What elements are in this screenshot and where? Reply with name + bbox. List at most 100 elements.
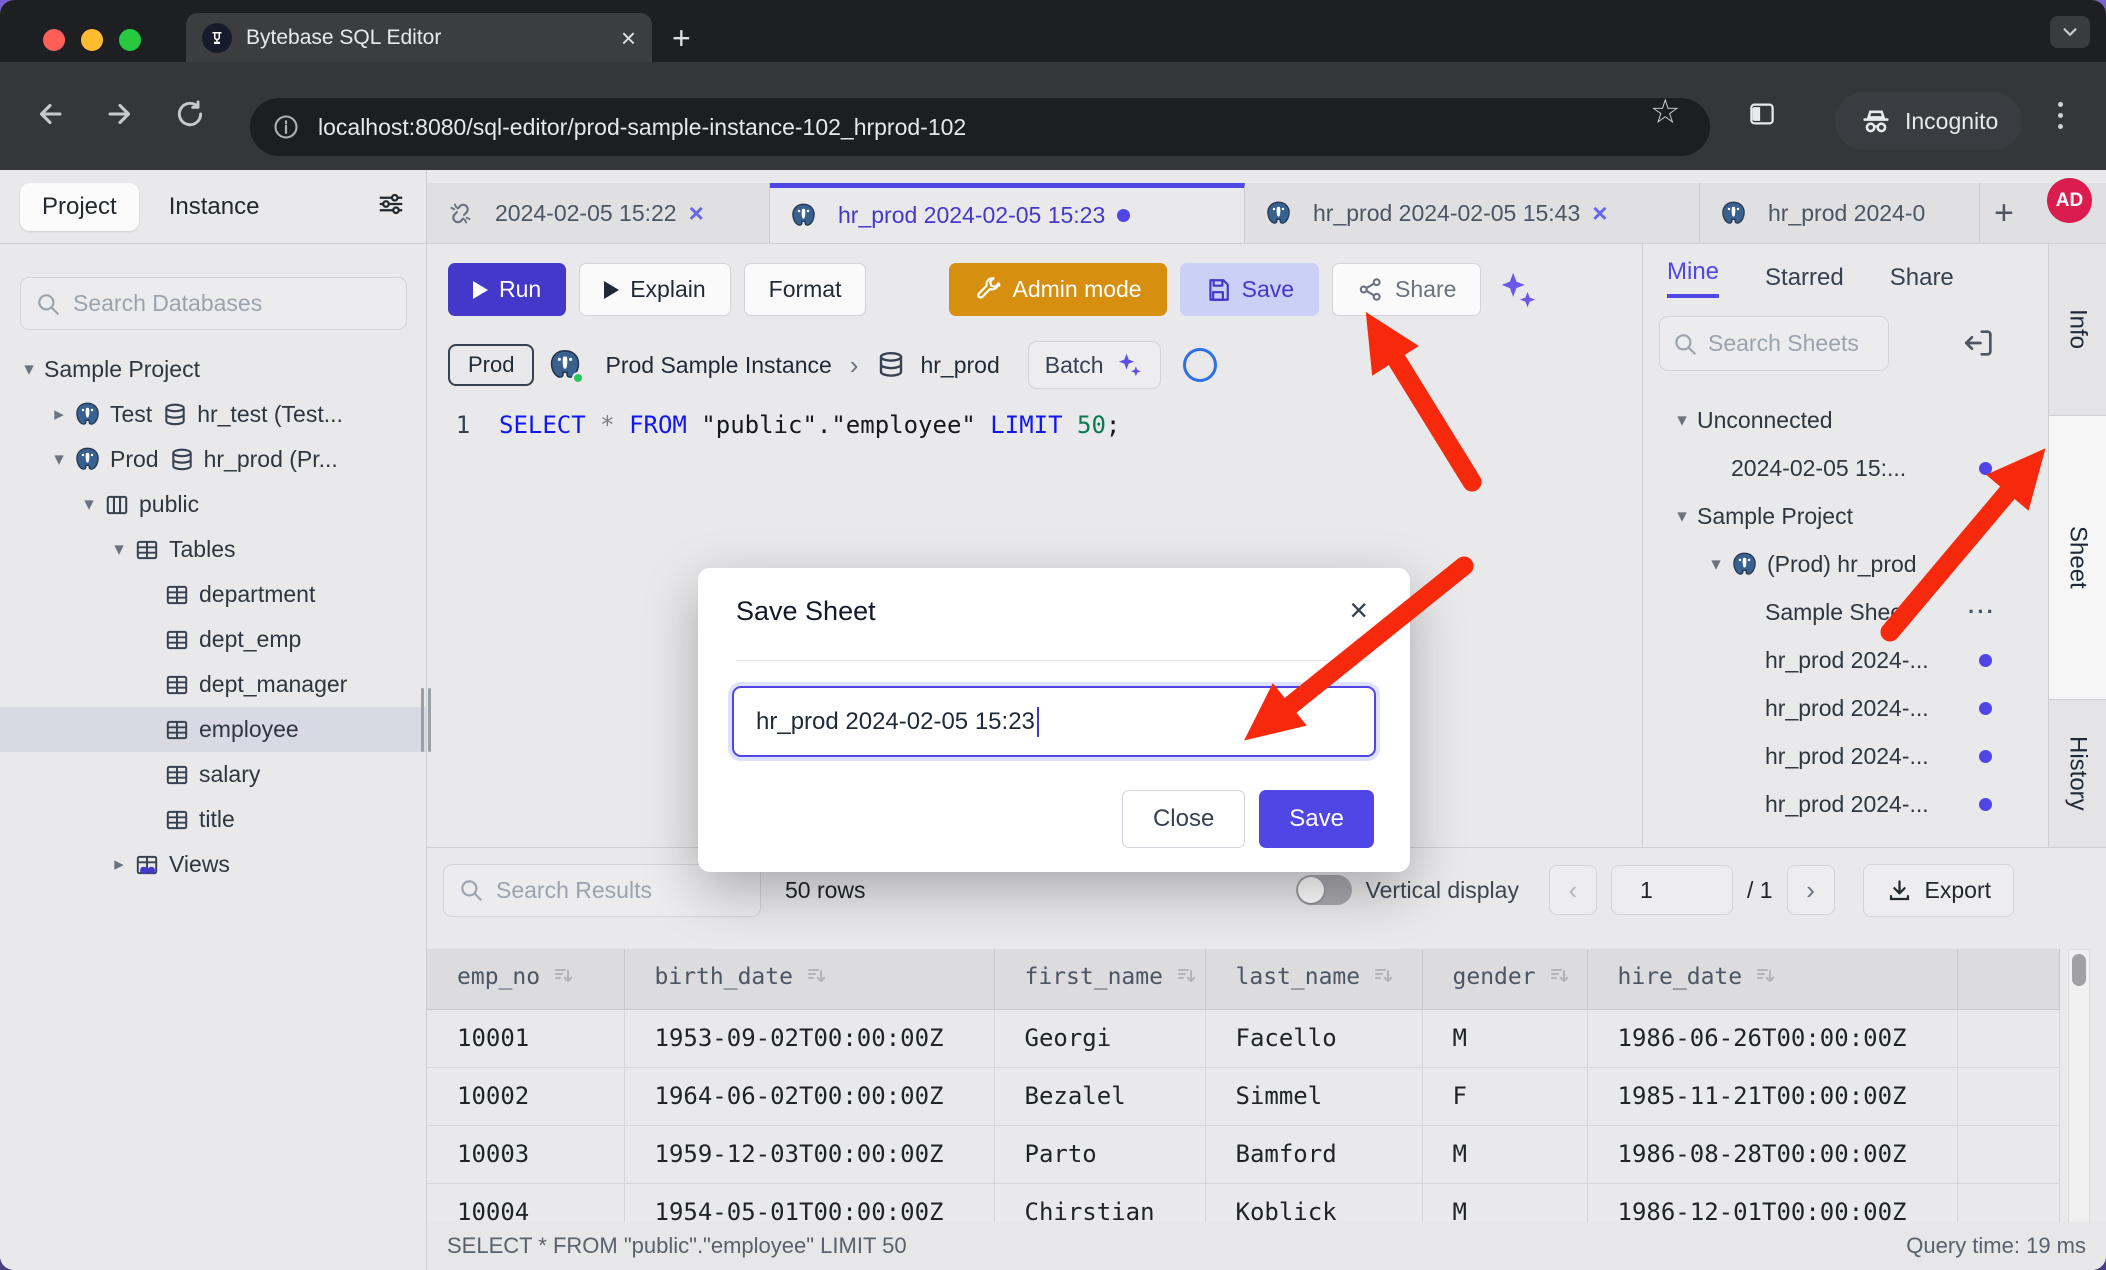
sort-icon[interactable]: [1372, 964, 1396, 994]
table-cell[interactable]: F: [1422, 1067, 1587, 1125]
page-number-input[interactable]: 1: [1611, 865, 1733, 915]
tree-item-dept-emp[interactable]: dept_emp: [0, 617, 426, 662]
next-page-button[interactable]: ›: [1787, 865, 1835, 915]
new-sheet-tab-button[interactable]: +: [1994, 194, 2014, 233]
format-button[interactable]: Format: [744, 263, 867, 316]
table-cell[interactable]: Simmel: [1205, 1067, 1422, 1125]
share-button[interactable]: Share: [1332, 263, 1481, 316]
browser-tab[interactable]: Bytebase SQL Editor ×: [186, 13, 652, 62]
editor-tab-hr-prod-2024-02-05-15-43[interactable]: hr_prod 2024-02-05 15:43×: [1245, 183, 1700, 243]
tree-item-public[interactable]: ▾public: [0, 482, 426, 527]
prev-page-button[interactable]: ‹: [1549, 865, 1597, 915]
tree-item-title[interactable]: title: [0, 797, 426, 842]
avatar[interactable]: AD: [2047, 178, 2092, 223]
sort-icon[interactable]: [1754, 964, 1778, 994]
table-cell[interactable]: 10004: [427, 1183, 624, 1222]
caret-right-icon[interactable]: ▸: [104, 853, 134, 876]
reload-icon[interactable]: [166, 90, 214, 138]
more-options-icon[interactable]: ···: [1968, 599, 1996, 625]
caret-down-icon[interactable]: ▾: [1701, 553, 1731, 576]
column-header-last-name[interactable]: last_name: [1205, 949, 1422, 1009]
search-sheets-input[interactable]: Search Sheets: [1659, 316, 1889, 371]
sheet-item-hr-prod-2024[interactable]: hr_prod 2024-...: [1643, 780, 2048, 828]
sidebar-tab-instance[interactable]: Instance: [147, 183, 282, 231]
tab-close-icon[interactable]: ×: [689, 198, 704, 229]
table-cell[interactable]: 10003: [427, 1125, 624, 1183]
sheet-item-sample-sheet[interactable]: Sample Sheet···: [1643, 588, 2048, 636]
tab-history[interactable]: History: [2049, 700, 2106, 846]
table-cell[interactable]: 1953-09-02T00:00:00Z: [624, 1009, 994, 1067]
new-tab-button[interactable]: +: [672, 20, 691, 57]
filter-sliders-icon[interactable]: [376, 189, 406, 224]
tree-item-sample-project[interactable]: ▾Sample Project: [0, 347, 426, 392]
environment-badge[interactable]: Prod: [448, 344, 534, 386]
sheet-item-2024-02-05-15[interactable]: 2024-02-05 15:...: [1643, 444, 2048, 492]
column-header-gender[interactable]: gender: [1422, 949, 1587, 1009]
tree-item-department[interactable]: department: [0, 572, 426, 617]
forward-icon[interactable]: [96, 90, 144, 138]
table-cell[interactable]: Facello: [1205, 1009, 1422, 1067]
ai-sparkles-icon[interactable]: [1494, 267, 1540, 313]
table-cell[interactable]: Bamford: [1205, 1125, 1422, 1183]
sheet-item-hr-prod-2024[interactable]: hr_prod 2024-...: [1643, 732, 2048, 780]
column-header-first-name[interactable]: first_name: [994, 949, 1205, 1009]
table-cell[interactable]: M: [1422, 1125, 1587, 1183]
tree-item-test-hr-test-test[interactable]: ▸Testhr_test (Test...: [0, 392, 426, 437]
caret-down-icon[interactable]: ▾: [104, 538, 134, 561]
table-cell[interactable]: Georgi: [994, 1009, 1205, 1067]
table-cell[interactable]: Chirstian: [994, 1183, 1205, 1222]
admin-mode-button[interactable]: Admin mode: [949, 263, 1166, 316]
editor-tab-2024-02-05-15-22[interactable]: 2024-02-05 15:22×: [427, 183, 770, 243]
caret-down-icon[interactable]: ▾: [14, 358, 44, 381]
column-header-emp-no[interactable]: emp_no: [427, 949, 624, 1009]
help-circle-icon[interactable]: [1183, 348, 1217, 382]
tab-info[interactable]: Info: [2049, 244, 2106, 415]
tree-item-tables[interactable]: ▾Tables: [0, 527, 426, 572]
table-cell[interactable]: Parto: [994, 1125, 1205, 1183]
tree-item-prod-hr-prod-pr[interactable]: ▾Prodhr_prod (Pr...: [0, 437, 426, 482]
tab-close-icon[interactable]: ×: [1592, 198, 1607, 229]
sort-icon[interactable]: [552, 964, 576, 994]
run-button[interactable]: Run: [448, 263, 566, 316]
tab-share[interactable]: Share: [1890, 264, 1954, 292]
sort-icon[interactable]: [805, 964, 829, 994]
save-button[interactable]: Save: [1180, 263, 1319, 316]
tree-item-salary[interactable]: salary: [0, 752, 426, 797]
caret-down-icon[interactable]: ▾: [1667, 409, 1697, 432]
table-cell[interactable]: 10002: [427, 1067, 624, 1125]
bookmark-star-icon[interactable]: ☆: [1650, 92, 1680, 132]
table-cell[interactable]: 1986-08-28T00:00:00Z: [1587, 1125, 1957, 1183]
caret-down-icon[interactable]: ▾: [1667, 505, 1697, 528]
sort-icon[interactable]: [1548, 964, 1572, 994]
side-panel-icon[interactable]: [1738, 90, 1786, 138]
table-cell[interactable]: Koblick: [1205, 1183, 1422, 1222]
editor-tab-hr-prod-2024-0[interactable]: hr_prod 2024-0: [1700, 183, 1980, 243]
window-minimize-button[interactable]: [81, 29, 103, 51]
url-bar[interactable]: localhost:8080/sql-editor/prod-sample-in…: [250, 98, 1710, 156]
explain-button[interactable]: Explain: [579, 263, 730, 316]
tab-mine[interactable]: Mine: [1667, 258, 1719, 298]
sheet-item-hr-prod-2024[interactable]: hr_prod 2024-...: [1643, 684, 2048, 732]
browser-menu-icon[interactable]: [2058, 102, 2063, 129]
column-header-hire-date[interactable]: hire_date: [1587, 949, 1957, 1009]
tree-item-employee[interactable]: employee: [0, 707, 426, 752]
table-cell[interactable]: 1985-11-21T00:00:00Z: [1587, 1067, 1957, 1125]
caret-down-icon[interactable]: ▾: [74, 493, 104, 516]
back-icon[interactable]: [26, 90, 74, 138]
sheet-item-sample-project[interactable]: ▾Sample Project: [1643, 492, 2048, 540]
sheet-item-hr-prod-2024[interactable]: hr_prod 2024-...: [1643, 636, 2048, 684]
table-cell[interactable]: M: [1422, 1183, 1587, 1222]
table-cell[interactable]: Bezalel: [994, 1067, 1205, 1125]
table-cell[interactable]: 1959-12-03T00:00:00Z: [624, 1125, 994, 1183]
site-info-icon[interactable]: [272, 113, 300, 141]
window-close-button[interactable]: [43, 29, 65, 51]
instance-name[interactable]: Prod Sample Instance: [605, 352, 831, 379]
search-databases-input[interactable]: Search Databases: [20, 277, 407, 330]
sort-icon[interactable]: [1175, 964, 1199, 994]
tree-item-views[interactable]: ▸Views: [0, 842, 426, 887]
table-cell[interactable]: 1954-05-01T00:00:00Z: [624, 1183, 994, 1222]
sheet-item-prod-hr-prod[interactable]: ▾(Prod) hr_prod: [1643, 540, 2048, 588]
dialog-close-button[interactable]: Close: [1122, 790, 1245, 848]
sheet-item-unconnected[interactable]: ▾Unconnected: [1643, 396, 2048, 444]
export-button[interactable]: Export: [1863, 864, 2014, 917]
